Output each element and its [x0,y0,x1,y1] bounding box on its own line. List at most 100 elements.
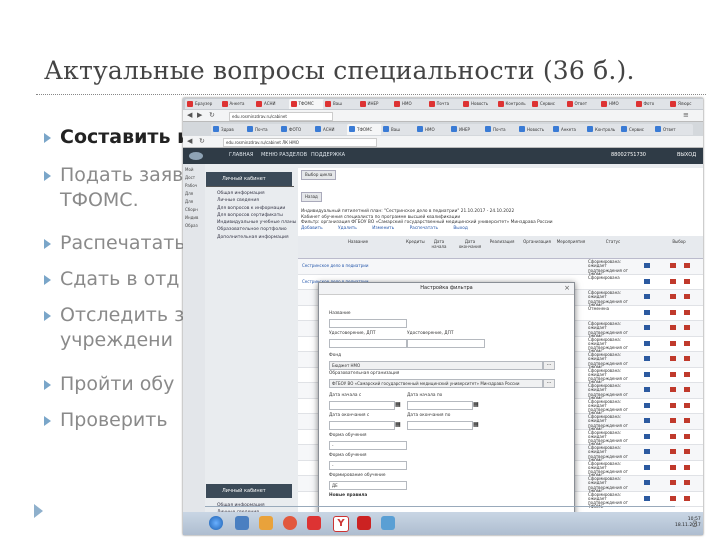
row-delete-icon[interactable] [670,418,676,423]
strip-item[interactable]: Образ [183,220,205,228]
col-end[interactable]: Дата окончания [456,239,484,249]
strip-item[interactable]: Индив [183,212,205,220]
strip-item[interactable]: Для [183,188,205,196]
add-link[interactable]: Добавить [301,226,323,231]
row-delete-icon[interactable] [670,263,676,268]
date-end-input[interactable] [329,421,395,430]
app-icon[interactable] [381,516,395,530]
form-select[interactable]: - [329,441,407,450]
row-delete-icon[interactable] [670,433,676,439]
cabinet-link[interactable]: Для вопросов к информации [217,205,297,212]
calendar-icon[interactable]: ▦ [473,421,479,428]
row-delete-icon[interactable] [670,387,676,392]
source-select[interactable]: Бюджет НМО [329,361,543,370]
row-delete-icon[interactable] [670,356,676,361]
calendar-icon[interactable]: ▦ [473,401,479,408]
row-delete-icon[interactable] [670,449,676,454]
row-remove-icon[interactable] [684,356,690,361]
url-input[interactable]: edu.rosminzdrav.ru/cabinet [229,112,333,121]
row-action-icon[interactable] [644,263,650,268]
col-status[interactable]: Статус [598,239,628,245]
calendar-icon[interactable]: ▦ [395,421,401,428]
exit-link[interactable]: ВЫХОД [677,152,696,158]
print-link[interactable]: Распечатать [410,226,438,231]
row-remove-icon[interactable] [684,418,690,423]
cabinet-header[interactable]: Личный кабинет [206,172,292,186]
forward-icon[interactable]: ▶ [197,111,202,120]
choose-cycle-button[interactable]: Выбор цикла [301,170,337,180]
cabinet-link[interactable]: Образовательное портфолио [217,226,297,233]
col-start[interactable]: Дата начала [426,239,452,249]
row-course-link[interactable]: Сестринское дело в педиатрии [302,263,368,268]
folder-icon[interactable] [259,516,273,530]
row-delete-icon[interactable] [670,371,676,377]
row-action-icon[interactable] [644,402,650,408]
row-delete-icon[interactable] [670,309,676,315]
refresh-icon[interactable]: ↻ [209,111,215,120]
cert-from-input[interactable] [329,339,407,348]
menu-home[interactable]: ГЛАВНАЯ [229,152,253,158]
row-action-icon[interactable] [644,480,650,485]
row-action-icon[interactable] [644,464,650,470]
yandex-icon[interactable]: Y [333,516,349,532]
col-credits[interactable]: Кредиты [406,239,425,245]
row-remove-icon[interactable] [684,495,690,501]
strip-item[interactable]: Мой [183,164,205,172]
row-delete-icon[interactable] [670,278,676,284]
row-delete-icon[interactable] [670,495,676,501]
row-action-icon[interactable] [644,495,650,501]
firefox-icon[interactable] [283,516,297,530]
strip-item[interactable]: Для [183,196,205,204]
col-org[interactable]: Организация [520,239,554,245]
edit-link[interactable]: Изменить [372,226,394,231]
pdf-icon[interactable] [357,516,371,530]
cabinet-link[interactable]: Индивидуальные учебные планы [217,219,297,226]
close-icon[interactable]: × [564,284,570,292]
row-action-icon[interactable] [644,387,650,392]
row-action-icon[interactable] [644,294,650,299]
col-events[interactable]: Мероприятия [556,239,586,245]
row-delete-icon[interactable] [670,402,676,408]
row-remove-icon[interactable] [684,371,690,377]
row-remove-icon[interactable] [684,263,690,268]
menu-icon[interactable]: ≡ [683,111,689,120]
row-action-icon[interactable] [644,340,650,346]
name-input[interactable] [329,319,407,328]
tech-select[interactable]: ДЕ [329,481,407,490]
table-row[interactable]: Сестринское дело в педиатрии Сформирована… [298,259,703,277]
row-action-icon[interactable] [644,356,650,361]
mode-select[interactable]: - [329,461,407,470]
row-delete-icon[interactable] [670,294,676,299]
date-start-to-input[interactable] [407,401,473,410]
url-input[interactable]: edu.rosminzdrav.ru/cabinet ЛК НМО [223,138,377,147]
explorer-icon[interactable] [235,516,249,530]
row-remove-icon[interactable] [684,325,690,330]
row-remove-icon[interactable] [684,464,690,470]
row-remove-icon[interactable] [684,387,690,392]
cabinet-header-bottom[interactable]: Личный кабинет [206,484,292,498]
row-action-icon[interactable] [644,433,650,439]
refresh-icon[interactable]: ↻ [199,137,205,145]
row-remove-icon[interactable] [684,402,690,408]
cert-to-input[interactable] [407,339,485,348]
exit-link[interactable]: Выход [453,226,467,231]
col-impl[interactable]: Реализация [488,239,516,245]
row-action-icon[interactable] [644,309,650,315]
row-remove-icon[interactable] [684,278,690,284]
row-action-icon[interactable] [644,278,650,284]
org-select[interactable]: ФГБОУ ВО «Самарский государственный меди… [329,379,543,388]
calendar-icon[interactable]: ▦ [395,401,401,408]
start-icon[interactable] [209,516,223,530]
strip-item[interactable]: Рабоч [183,180,205,188]
row-action-icon[interactable] [644,449,650,454]
row-action-icon[interactable] [644,371,650,377]
browser-tab[interactable]: Ответ [653,124,693,135]
source-more-icon[interactable]: … [543,361,555,370]
cabinet-link[interactable]: Дополнительная информация [217,234,297,241]
row-remove-icon[interactable] [684,433,690,439]
row-remove-icon[interactable] [684,294,690,299]
menu-support[interactable]: ПОДДЕРЖКА [311,152,345,158]
date-end-to-input[interactable] [407,421,473,430]
back-button[interactable]: Назад [301,192,322,202]
row-action-icon[interactable] [644,418,650,423]
